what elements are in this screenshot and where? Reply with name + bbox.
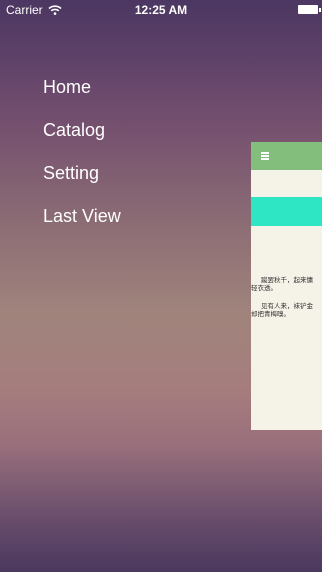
menu-item-setting[interactable]: Setting bbox=[43, 162, 121, 205]
paragraph-line: 见有人来，袜铲金 bbox=[261, 303, 313, 310]
paragraph-line: 蹴罢秋千，起来慵 bbox=[261, 277, 313, 284]
side-menu: Home Catalog Setting Last View bbox=[43, 76, 121, 248]
paragraph-line: 却把青梅嗅。 bbox=[251, 311, 290, 318]
status-time: 12:25 AM bbox=[134, 3, 188, 17]
paragraph-line: 轻衣透。 bbox=[251, 285, 277, 292]
battery-icon bbox=[298, 5, 321, 14]
panel-header bbox=[251, 142, 322, 170]
menu-item-catalog[interactable]: Catalog bbox=[43, 119, 121, 162]
content-panel-preview[interactable]: 蹴罢秋千，起来慵 轻衣透。 见有人来，袜铲金 却把青梅嗅。 bbox=[251, 142, 322, 430]
accent-bar bbox=[251, 197, 322, 226]
menu-item-home[interactable]: Home bbox=[43, 76, 121, 119]
paragraph: 蹴罢秋千，起来慵 轻衣透。 bbox=[251, 277, 322, 293]
paragraph: 见有人来，袜铲金 却把青梅嗅。 bbox=[251, 303, 322, 319]
status-bar: Carrier 12:25 AM bbox=[0, 0, 322, 20]
reader-text: 蹴罢秋千，起来慵 轻衣透。 见有人来，袜铲金 却把青梅嗅。 bbox=[251, 277, 322, 329]
menu-item-last-view[interactable]: Last View bbox=[43, 205, 121, 248]
hamburger-icon[interactable] bbox=[261, 155, 269, 157]
